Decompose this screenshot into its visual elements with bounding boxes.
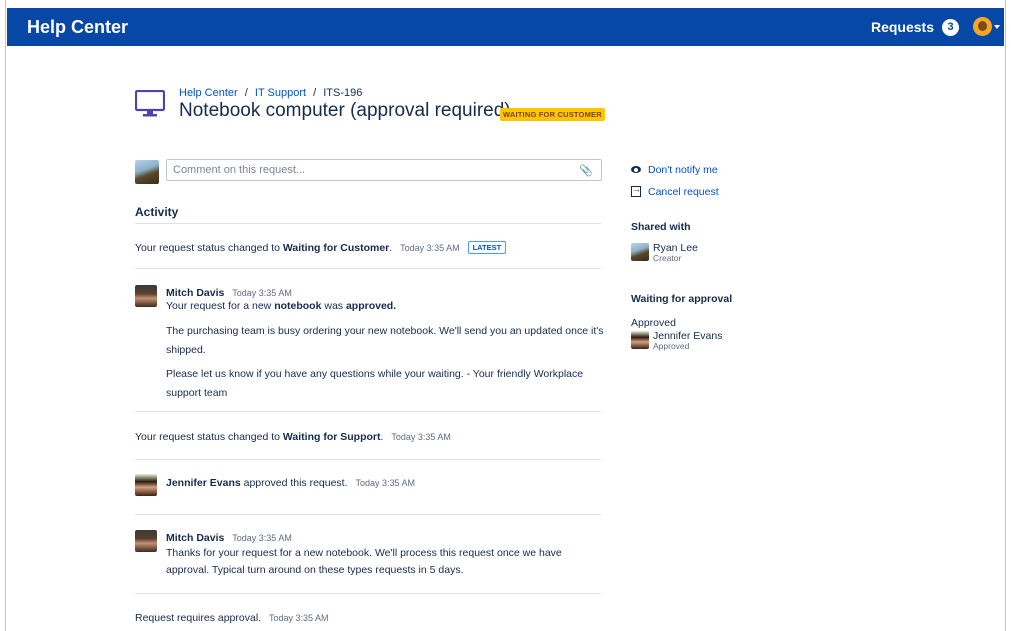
comment-paragraph: Please let us know if you have any quest… <box>166 368 584 399</box>
requests-count-badge[interactable]: 3 <box>942 19 959 36</box>
event-text: approved this request. <box>240 477 348 489</box>
approver-name[interactable]: Jennifer Evans <box>166 477 241 489</box>
dont-notify-link[interactable]: Don't notify me <box>631 164 718 176</box>
breadcrumb-separator: / <box>244 87 248 99</box>
avatar <box>631 243 649 261</box>
current-user-avatar <box>135 160 159 184</box>
avatar <box>135 285 157 307</box>
comment-input[interactable]: Comment on this request... 📎 <box>166 159 602 181</box>
activity-approval-required: Request requires approval. Today 3:35 AM <box>135 612 329 624</box>
comment-paragraph: The purchasing team is busy ordering you… <box>166 325 604 356</box>
shared-with-heading: Shared with <box>631 221 691 233</box>
activity-status-change: Your request status changed to Waiting f… <box>135 241 507 254</box>
dont-notify-label[interactable]: Don't notify me <box>648 164 718 176</box>
paperclip-icon[interactable]: 📎 <box>579 164 593 177</box>
approval-state: Approved <box>631 317 676 329</box>
event-time: Today 3:35 AM <box>400 243 460 253</box>
comment-time: Today 3:35 AM <box>232 288 292 298</box>
event-text: . <box>389 242 393 254</box>
divider <box>135 459 601 460</box>
approver-name: Jennifer Evans <box>653 330 723 342</box>
event-time: Today 3:35 AM <box>391 432 451 442</box>
event-time: Today 3:35 AM <box>355 478 415 488</box>
activity-comment: Mitch Davis Today 3:35 AM Thanks for you… <box>166 532 601 579</box>
breadcrumb-issue-key: ITS-196 <box>323 87 363 99</box>
comment-author[interactable]: Mitch Davis <box>166 287 224 299</box>
chevron-down-icon[interactable] <box>994 25 1000 29</box>
shared-user-name: Ryan Lee <box>653 242 698 254</box>
comment-text: Thanks for your request for a new notebo… <box>166 547 562 576</box>
comment-author[interactable]: Mitch Davis <box>166 532 224 544</box>
breadcrumb-it-support[interactable]: IT Support <box>255 87 306 99</box>
header-bar: Help Center Requests 3 <box>7 8 1004 46</box>
event-time: Today 3:35 AM <box>269 613 329 623</box>
computer-icon <box>135 90 165 117</box>
activity-status-change: Your request status changed to Waiting f… <box>135 431 451 443</box>
comment-text: Your request for a new <box>166 300 275 312</box>
window-frame-left <box>0 0 6 631</box>
event-status: Waiting for Customer <box>282 242 390 254</box>
user-avatar[interactable] <box>973 17 992 36</box>
avatar <box>135 474 157 496</box>
avatar <box>631 331 649 349</box>
event-text: . <box>380 431 384 443</box>
event-text: Request requires approval. <box>135 612 262 624</box>
page-title: Notebook computer (approval required) <box>179 100 511 121</box>
activity-approval: Jennifer Evans approved this request. To… <box>166 477 415 490</box>
window-frame-right <box>1005 0 1011 631</box>
avatar <box>135 530 157 552</box>
divider <box>135 514 601 515</box>
divider <box>135 593 601 594</box>
comment-text: was <box>321 300 346 312</box>
activity-comment: Mitch Davis Today 3:35 AM Your request f… <box>166 287 396 313</box>
latest-badge: LATEST <box>467 241 507 254</box>
waiting-approval-heading: Waiting for approval <box>631 293 733 305</box>
comment-text-bold: notebook <box>274 300 322 312</box>
event-text: Your request status changed to <box>135 242 283 254</box>
divider <box>135 411 601 412</box>
cancel-icon <box>631 184 641 197</box>
eye-icon <box>631 166 641 173</box>
comment-text-bold: approved. <box>345 300 397 312</box>
event-status: Waiting for Support <box>282 431 381 443</box>
divider <box>135 223 601 224</box>
shared-user: Ryan Lee Creator <box>653 243 698 263</box>
cancel-request-label[interactable]: Cancel request <box>648 186 719 198</box>
comment-placeholder: Comment on this request... <box>173 164 306 176</box>
cancel-request-link[interactable]: Cancel request <box>631 184 719 198</box>
breadcrumb: Help Center / IT Support / ITS-196 <box>179 87 362 99</box>
breadcrumb-separator: / <box>313 87 317 99</box>
approver-status: Approved <box>653 341 690 351</box>
requests-link[interactable]: Requests <box>871 19 934 35</box>
breadcrumb-help-center[interactable]: Help Center <box>179 87 238 99</box>
status-badge: WAITING FOR CUSTOMER <box>500 108 605 121</box>
help-center-logo[interactable]: Help Center <box>27 17 128 38</box>
activity-heading: Activity <box>135 205 179 219</box>
divider <box>135 268 601 269</box>
shared-user-role: Creator <box>653 253 682 263</box>
event-text: Your request status changed to <box>135 431 283 443</box>
approver: Jennifer Evans Approved <box>653 331 722 351</box>
avatar-face-icon <box>978 21 987 31</box>
comment-time: Today 3:35 AM <box>232 533 292 543</box>
